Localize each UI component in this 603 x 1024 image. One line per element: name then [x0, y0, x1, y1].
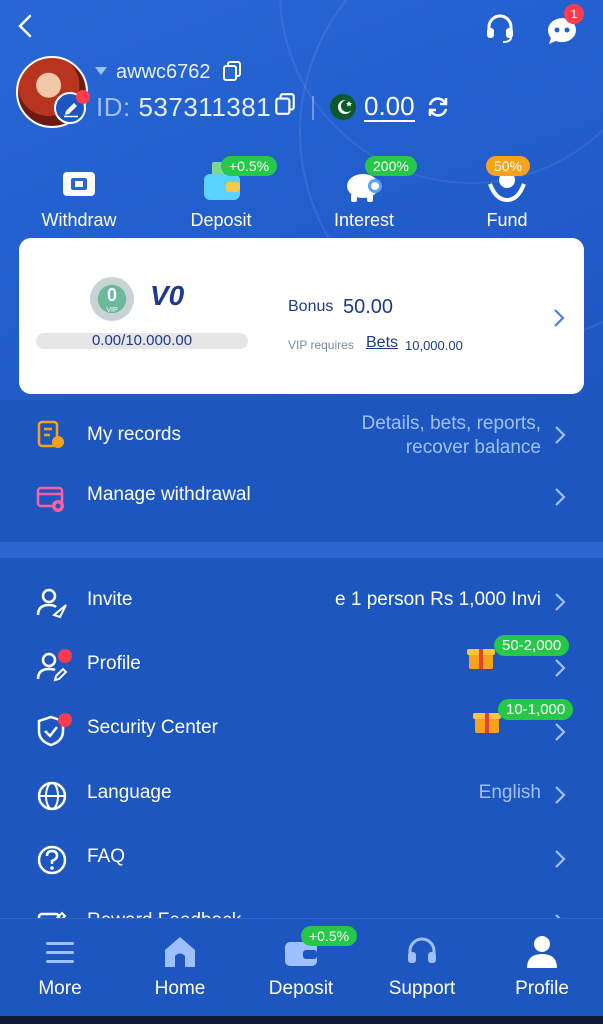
profile-reward-badge: 50-2,000	[494, 635, 570, 656]
user-id: ID: 537311381	[96, 92, 271, 123]
avatar-edit-button[interactable]	[54, 90, 90, 124]
question-icon	[37, 845, 67, 875]
records-icon	[37, 420, 64, 448]
manage-withdrawal-label: Manage withdrawal	[87, 484, 251, 505]
deposit-bonus-badge: +0.5%	[221, 156, 278, 176]
vip-requires-label: VIP requires	[288, 338, 354, 352]
tab-more-label: More	[38, 978, 82, 999]
divider-line	[312, 96, 314, 120]
balance-amount: 0.00	[364, 91, 415, 122]
tab-support-label: Support	[388, 978, 456, 999]
home-icon	[165, 937, 195, 967]
user-id-value: 537311381	[138, 92, 272, 122]
tab-deposit-badge: +0.5%	[301, 926, 358, 946]
user-invite-icon	[36, 588, 67, 619]
chevron-right-icon	[555, 593, 566, 611]
menu-item-invite-label: Invite	[87, 589, 133, 610]
menu-item-faq-label: FAQ	[87, 846, 126, 867]
my-records-description-line2: recover balance	[405, 437, 541, 458]
notification-badge: 1	[564, 4, 584, 24]
vip-progress-text: 0.00/10.000.00	[91, 332, 193, 349]
back-icon[interactable]	[14, 12, 38, 40]
user-icon	[527, 936, 557, 968]
menu-item-profile-label: Profile	[87, 653, 141, 674]
alert-dot	[76, 90, 90, 104]
bonus-value: 50.00	[343, 296, 394, 318]
interest-label: Interest	[333, 210, 395, 230]
security-alert-dot	[58, 713, 72, 727]
refresh-icon[interactable]	[426, 95, 450, 119]
menu-item-faq[interactable]: FAQ	[0, 832, 603, 888]
bonus-label: Bonus	[288, 298, 334, 315]
username: awwc6762	[116, 61, 211, 83]
menu-item-language-label: Language	[87, 782, 172, 803]
caret-down-icon[interactable]	[94, 66, 108, 76]
chevron-right-icon	[555, 850, 566, 868]
interest-rate-badge: 200%	[365, 156, 417, 176]
fund-label: Fund	[486, 210, 528, 230]
vip-badge-sub: VIP	[106, 307, 118, 314]
tab-profile-label: Profile	[515, 978, 569, 999]
vip-badge-icon: 0 VIP	[90, 277, 134, 321]
chevron-right-icon[interactable]	[552, 307, 566, 329]
ticket-icon	[63, 172, 95, 196]
menu-icon	[46, 942, 74, 963]
menu-item-reward-feedback[interactable]: Reward Feedback	[0, 896, 603, 918]
security-reward-badge: 10-1,000	[498, 699, 574, 720]
menu-item-reward-feedback-label: Reward Feedback	[87, 910, 241, 918]
vip-bets-value: 10,000.00	[405, 338, 463, 353]
menu-item-security-center[interactable]: Security Center 10-1,000	[0, 699, 603, 759]
card-settings-icon	[36, 486, 64, 512]
invite-promo-text: e 1 person Rs 1,000 Invi	[335, 589, 541, 610]
my-records-row[interactable]: My records Details, bets, reports, recov…	[0, 406, 603, 462]
copy-icon[interactable]	[222, 60, 242, 82]
fund-badge: 50%	[486, 156, 531, 176]
chat-button[interactable]: 1	[544, 4, 584, 50]
edit-icon	[37, 911, 67, 918]
tab-deposit-label: Deposit	[268, 978, 334, 999]
gift-icon	[467, 649, 495, 669]
copy-id-icon[interactable]	[274, 92, 296, 116]
chevron-right-icon	[555, 786, 566, 804]
withdraw-label: Withdraw	[41, 210, 117, 230]
user-id-label: ID:	[96, 92, 131, 122]
headset-icon[interactable]	[482, 10, 518, 46]
chevron-right-icon	[555, 659, 566, 677]
vip-badge-level: 0	[106, 285, 117, 305]
my-records-description-line1: Details, bets, reports,	[361, 413, 541, 434]
menu-item-security-center-label: Security Center	[87, 717, 218, 738]
profile-alert-dot	[58, 649, 72, 663]
menu-item-language[interactable]: Language English	[0, 768, 603, 824]
chevron-right-icon	[555, 723, 566, 741]
headset-icon	[408, 937, 436, 963]
menu-item-invite[interactable]: Invite e 1 person Rs 1,000 Invi	[0, 575, 603, 631]
tab-home-label: Home	[154, 978, 206, 999]
vip-level: V0	[150, 280, 185, 311]
pencil-icon	[64, 103, 78, 118]
chevron-right-icon	[555, 488, 566, 506]
manage-withdrawal-row[interactable]: Manage withdrawal	[0, 470, 603, 526]
current-language: English	[478, 782, 541, 803]
my-records-description: Details, bets, reports, recover balance	[361, 412, 541, 460]
vip-bets-link[interactable]: Bets	[366, 334, 398, 352]
section-divider	[0, 542, 603, 558]
my-records-label: My records	[87, 424, 181, 445]
pakistan-flag-icon	[330, 94, 356, 120]
deposit-label: Deposit	[190, 210, 252, 230]
chevron-right-icon	[555, 426, 566, 444]
globe-icon	[37, 781, 67, 811]
home-indicator	[0, 1016, 603, 1024]
menu-item-profile[interactable]: Profile 50-2,000	[0, 635, 603, 695]
